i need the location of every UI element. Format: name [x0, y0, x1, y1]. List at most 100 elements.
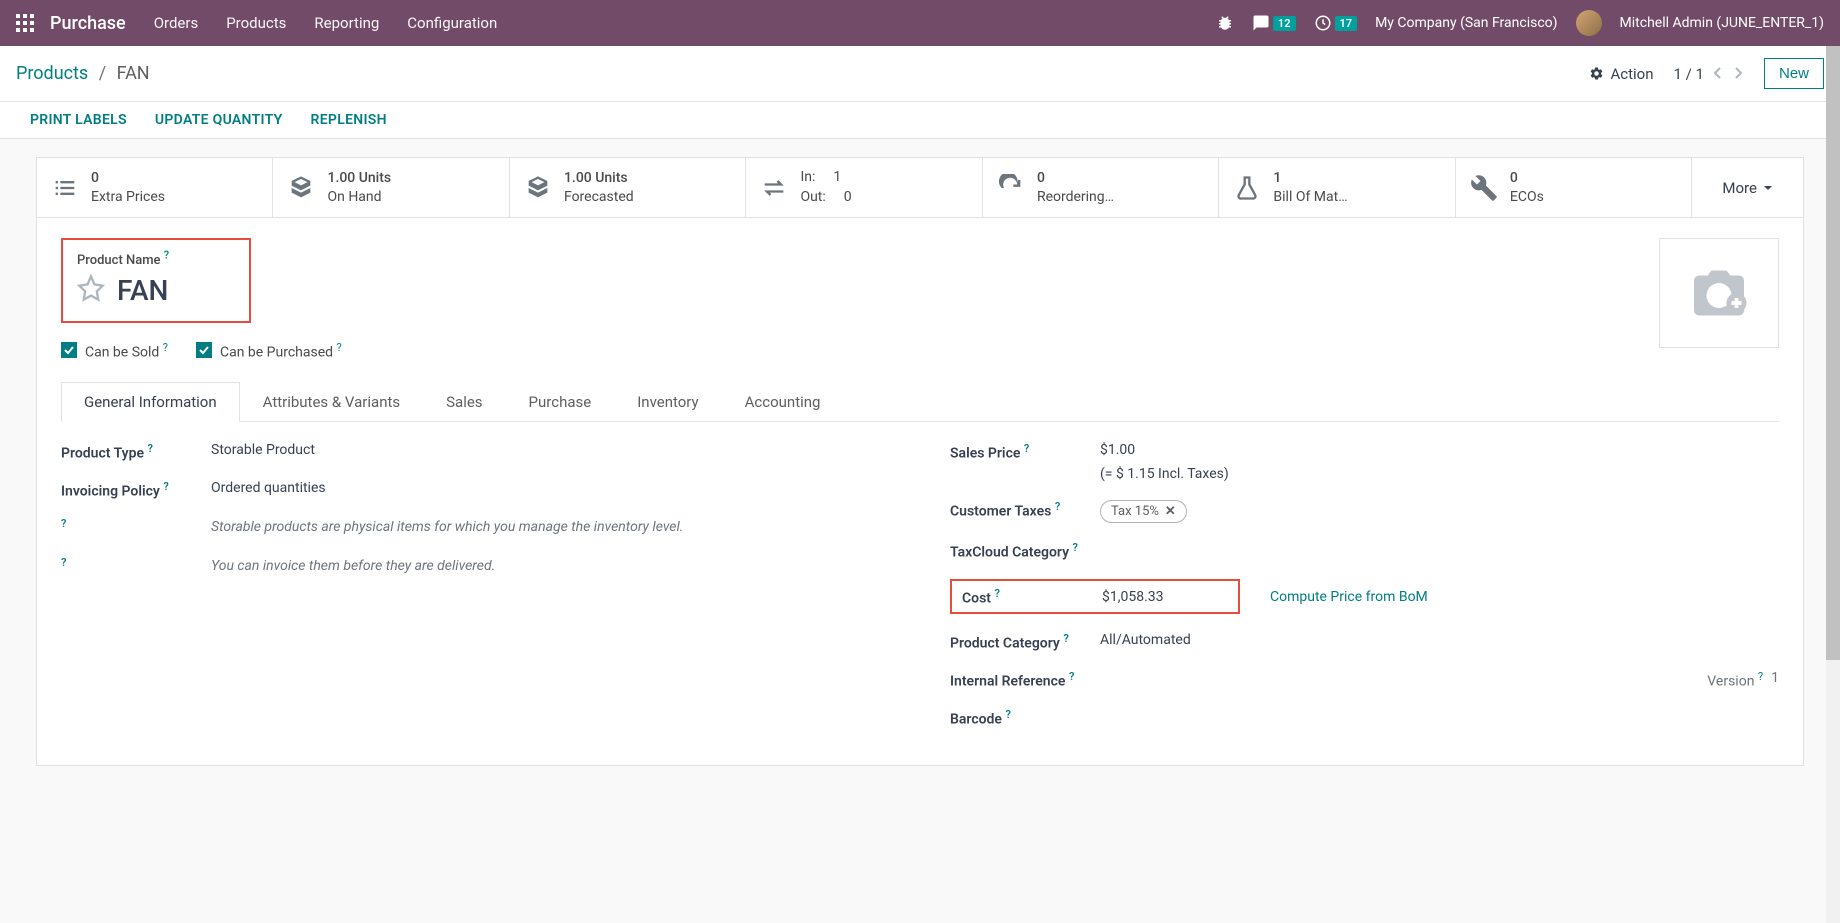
replenish-button[interactable]: REPLENISH [311, 112, 387, 128]
stat-button-bar: 0Extra Prices 1.00 UnitsOn Hand 1.00 Uni… [37, 158, 1803, 218]
update-quantity-button[interactable]: UPDATE QUANTITY [155, 112, 283, 128]
tab-attributes-variants[interactable]: Attributes & Variants [240, 382, 423, 422]
help-icon[interactable]: ? [163, 480, 168, 493]
stat-on-hand[interactable]: 1.00 UnitsOn Hand [273, 158, 509, 217]
stat-extra-prices[interactable]: 0Extra Prices [37, 158, 273, 217]
form-left-col: Product Type ? Storable Product Invoicin… [61, 442, 890, 745]
list-icon [51, 174, 79, 202]
can-be-sold-checkbox[interactable]: Can be Sold ? [61, 341, 168, 361]
boxes-icon [524, 174, 552, 202]
product-image[interactable] [1659, 238, 1779, 348]
sales-price-label: Sales Price ? [950, 442, 1100, 462]
scrollbar-thumb[interactable] [1826, 46, 1840, 660]
desc-help2: ? [61, 556, 211, 576]
version-value: 1 [1771, 670, 1779, 690]
breadcrumb-root[interactable]: Products [16, 63, 88, 84]
control-panel: Products / FAN Action 1 / 1 New [0, 46, 1840, 102]
tab-purchase[interactable]: Purchase [506, 382, 615, 422]
taxcloud-label: TaxCloud Category ? [950, 541, 1100, 561]
breadcrumb-current: FAN [117, 63, 150, 84]
user-menu[interactable]: Mitchell Admin (JUNE_ENTER_1) [1620, 15, 1824, 31]
barcode-label: Barcode ? [950, 708, 1100, 728]
top-navbar: Purchase Orders Products Reporting Confi… [0, 0, 1840, 46]
product-name-label: Product Name ? [77, 253, 169, 268]
pager-text: 1 / 1 [1673, 65, 1704, 83]
help-icon[interactable]: ? [61, 517, 66, 530]
help-icon[interactable]: ? [163, 341, 168, 354]
camera-plus-icon [1684, 263, 1754, 323]
pager-prev[interactable] [1712, 65, 1724, 83]
help-icon[interactable]: ? [61, 556, 66, 569]
arrows-icon [760, 174, 788, 202]
action-button[interactable]: Action [1589, 65, 1653, 83]
product-name[interactable]: FAN [117, 274, 168, 307]
category-value[interactable]: All/Automated [1100, 632, 1191, 648]
avatar[interactable] [1576, 10, 1602, 36]
help-icon[interactable]: ? [1063, 632, 1068, 645]
activity-icon[interactable]: 17 [1314, 14, 1358, 32]
stat-bom[interactable]: 1Bill Of Mat… [1219, 158, 1455, 217]
sales-price-incl: (= $ 1.15 Incl. Taxes) [1100, 466, 1229, 482]
form-sheet: 0Extra Prices 1.00 UnitsOn Hand 1.00 Uni… [36, 157, 1804, 766]
product-checks: Can be Sold ? Can be Purchased ? [61, 341, 1779, 361]
storable-desc: Storable products are physical items for… [211, 517, 683, 538]
invoicing-policy-label: Invoicing Policy ? [61, 480, 211, 500]
control-panel-right: Action 1 / 1 New [1589, 58, 1824, 89]
help-icon[interactable]: ? [1073, 541, 1078, 554]
stat-ecos[interactable]: 0ECOs [1456, 158, 1692, 217]
tab-sales[interactable]: Sales [423, 382, 505, 422]
sales-price-value[interactable]: $1.00 [1100, 442, 1229, 458]
stat-transfers[interactable]: In:1 Out:0 [746, 158, 982, 217]
help-icon[interactable]: ? [1005, 708, 1010, 721]
tax-remove-icon[interactable]: ✕ [1165, 504, 1176, 519]
pager-next[interactable] [1732, 65, 1744, 83]
pager: 1 / 1 [1673, 65, 1744, 83]
can-be-purchased-checkbox[interactable]: Can be Purchased ? [196, 341, 342, 361]
help-icon[interactable]: ? [148, 442, 153, 455]
scrollbar[interactable] [1826, 46, 1840, 923]
cost-row-highlight: Cost ? $1,058.33 [950, 579, 1240, 615]
action-label: Action [1610, 65, 1653, 83]
content: 0Extra Prices 1.00 UnitsOn Hand 1.00 Uni… [0, 139, 1840, 784]
internal-ref-label: Internal Reference ? [950, 670, 1100, 690]
action-bar: PRINT LABELS UPDATE QUANTITY REPLENISH [0, 102, 1840, 139]
app-name[interactable]: Purchase [50, 13, 126, 34]
tax-tag[interactable]: Tax 15% ✕ [1100, 500, 1187, 523]
help-icon[interactable]: ? [994, 587, 999, 600]
nav-reporting[interactable]: Reporting [314, 14, 379, 32]
category-label: Product Category ? [950, 632, 1100, 652]
topbar-right: 12 17 My Company (San Francisco) Mitchel… [1216, 10, 1824, 36]
nav-orders[interactable]: Orders [154, 14, 199, 32]
messages-badge: 12 [1273, 16, 1296, 31]
messages-icon[interactable]: 12 [1252, 14, 1296, 32]
help-icon[interactable]: ? [1069, 670, 1074, 683]
help-icon[interactable]: ? [1024, 442, 1029, 455]
version-label: Version ? [1707, 670, 1763, 690]
cost-value[interactable]: $1,058.33 [1102, 589, 1164, 605]
bug-icon[interactable] [1216, 14, 1234, 32]
company-selector[interactable]: My Company (San Francisco) [1375, 15, 1557, 31]
boxes-icon [287, 174, 315, 202]
print-labels-button[interactable]: PRINT LABELS [30, 112, 127, 128]
activity-badge: 17 [1335, 16, 1358, 31]
nav-products[interactable]: Products [226, 14, 286, 32]
tab-general-information[interactable]: General Information [61, 382, 240, 422]
help-icon[interactable]: ? [337, 341, 342, 354]
tab-accounting[interactable]: Accounting [722, 382, 844, 422]
caret-down-icon [1763, 183, 1773, 193]
new-button[interactable]: New [1764, 58, 1824, 89]
tab-inventory[interactable]: Inventory [614, 382, 721, 422]
apps-icon[interactable] [16, 14, 34, 32]
product-type-value[interactable]: Storable Product [211, 442, 315, 458]
help-icon[interactable]: ? [164, 248, 169, 261]
stat-forecasted[interactable]: 1.00 UnitsForecasted [510, 158, 746, 217]
favorite-star[interactable] [77, 274, 105, 306]
refresh-icon [997, 174, 1025, 202]
help-icon[interactable]: ? [1055, 500, 1060, 513]
invoicing-policy-value[interactable]: Ordered quantities [211, 480, 326, 496]
compute-price-bom-link[interactable]: Compute Price from BoM [1270, 589, 1428, 605]
stat-more[interactable]: More [1692, 158, 1803, 217]
help-icon[interactable]: ? [1758, 670, 1763, 683]
nav-configuration[interactable]: Configuration [407, 14, 497, 32]
stat-reordering[interactable]: 0Reordering… [983, 158, 1219, 217]
